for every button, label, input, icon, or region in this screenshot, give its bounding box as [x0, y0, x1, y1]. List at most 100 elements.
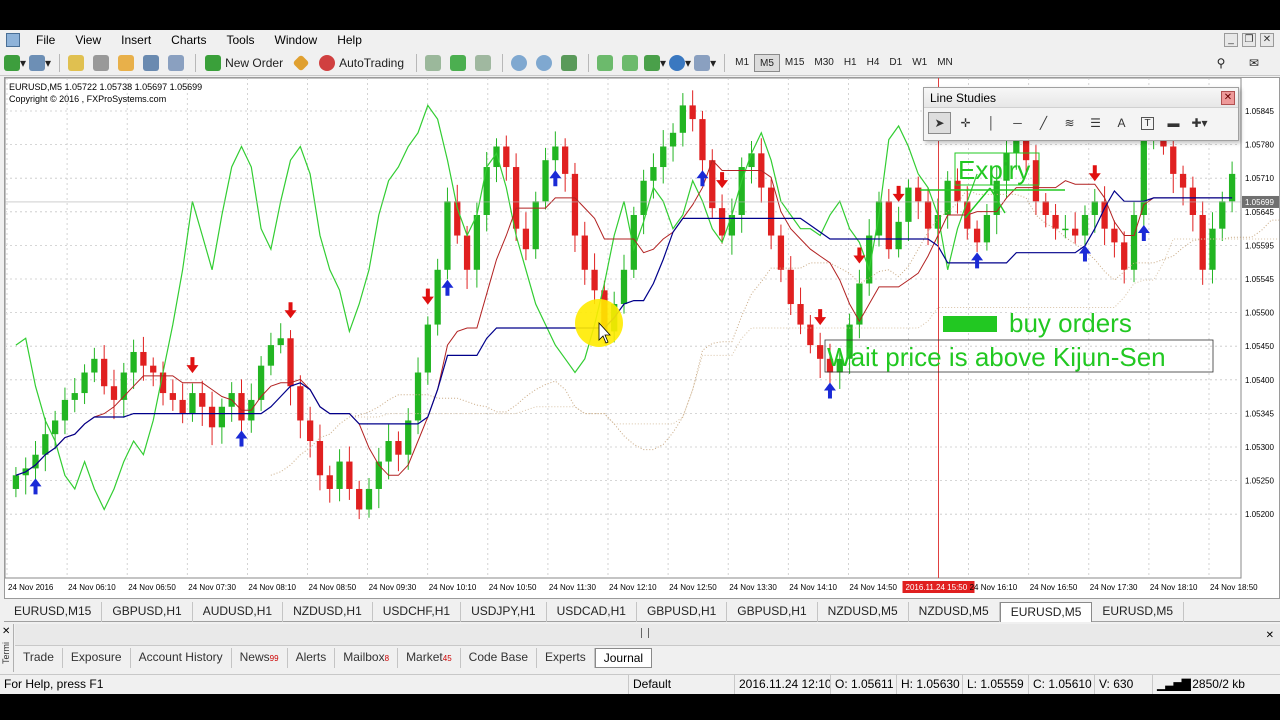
line-studies-toolbar[interactable]: Line Studies ✕ ➤ ✛ │ ─ ╱ ≋ ☰ A T ▬ ✚▾ [923, 87, 1239, 141]
x-axis-tick-label: 24 Nov 12:10 [609, 583, 657, 592]
search-button[interactable]: ⚲ [1210, 53, 1232, 74]
navigator-button[interactable] [90, 53, 112, 74]
autotrading-button[interactable]: AutoTrading [315, 53, 408, 74]
terminal-tab-badge: 45 [442, 654, 452, 663]
candle-body [51, 420, 59, 435]
timeframe-m5[interactable]: M5 [754, 54, 780, 72]
tester-button[interactable] [165, 53, 187, 74]
periods-button[interactable]: ▾ [669, 53, 691, 74]
menu-help[interactable]: Help [327, 30, 372, 50]
line-studies-close-button[interactable]: ✕ [1221, 91, 1235, 105]
terminal-body-close-icon[interactable]: ✕ [1266, 630, 1274, 641]
chart-tab[interactable]: AUDUSD,H1 [193, 602, 284, 622]
menu-tools[interactable]: Tools [217, 30, 265, 50]
new-order-button[interactable]: New Order [201, 53, 287, 74]
chat-button[interactable]: ✉ [1243, 53, 1265, 74]
terminal-tab-trade[interactable]: Trade [15, 648, 63, 668]
terminal-tab-journal[interactable]: Journal [594, 648, 653, 668]
auto-scroll-button[interactable] [594, 53, 616, 74]
chart-shift-button[interactable] [619, 53, 641, 74]
new-chart-button[interactable]: ▾ [4, 53, 26, 74]
chart-tab[interactable]: EURUSD,M5 [999, 602, 1093, 622]
chart-tab[interactable]: NZDUSD,M5 [818, 602, 909, 622]
terminal-tab-experts[interactable]: Experts [537, 648, 595, 668]
profiles-button[interactable]: ▾ [29, 53, 51, 74]
chart-tab[interactable]: USDJPY,H1 [461, 602, 547, 622]
menu-file[interactable]: File [26, 30, 65, 50]
terminal-panel: ✕ Termi ✕ Trade Exposure Account History Ne… [0, 624, 1280, 672]
candle-body [208, 406, 216, 428]
channel-tool[interactable]: ☰ [1084, 112, 1107, 134]
text-tool[interactable]: A [1110, 112, 1133, 134]
timeframe-h4[interactable]: H4 [862, 54, 885, 72]
timeframe-h1[interactable]: H1 [839, 54, 862, 72]
terminal-icon [143, 55, 160, 71]
shapes-tool[interactable]: ✚▾ [1188, 112, 1211, 134]
chart-tab[interactable]: GBPUSD,H1 [102, 602, 193, 622]
line-chart-button[interactable] [472, 53, 494, 74]
chart-tab[interactable]: NZDUSD,H1 [283, 602, 373, 622]
zoom-in-button[interactable] [508, 53, 530, 74]
label-tool[interactable]: T [1136, 112, 1159, 134]
splitter-handle[interactable] [641, 628, 649, 638]
close-button[interactable]: ✕ [1260, 33, 1274, 47]
zoom-out-button[interactable] [533, 53, 555, 74]
trendline-tool[interactable]: ╱ [1032, 112, 1055, 134]
chart-tab[interactable]: USDCHF,H1 [373, 602, 462, 622]
bar-chart-button[interactable] [422, 53, 444, 74]
horizontal-line-tool[interactable]: ─ [1006, 112, 1029, 134]
timeframe-m1[interactable]: M1 [730, 54, 754, 72]
chart-tab[interactable]: EURUSD,M15 [4, 602, 103, 622]
market-watch-button[interactable] [65, 53, 87, 74]
y-axis-tick-label: 1.05845 [1245, 107, 1274, 116]
menu-insert[interactable]: Insert [111, 30, 161, 50]
rectangle-tool[interactable]: ▬ [1162, 112, 1185, 134]
candle-body [71, 393, 78, 400]
status-help: For Help, press F1 [4, 677, 104, 691]
candle-body [1081, 214, 1089, 236]
chart-tab[interactable]: GBPUSD,H1 [727, 602, 818, 622]
chart-window[interactable]: 1.05845 1.05780 1.05710 1.05645 1.05595 1.055… [4, 77, 1280, 599]
tile-windows-button[interactable] [558, 53, 580, 74]
terminal-tab-code-base[interactable]: Code Base [461, 648, 538, 668]
chart-tab[interactable]: GBPUSD,H1 [637, 602, 728, 622]
app-icon [6, 33, 20, 47]
timeframe-d1[interactable]: D1 [884, 54, 907, 72]
x-axis-tick-label: 24 Nov 10:50 [489, 583, 537, 592]
terminal-tab-alerts[interactable]: Alerts [288, 648, 336, 668]
templates-button[interactable]: ▾ [694, 53, 716, 74]
candlestick-button[interactable] [447, 53, 469, 74]
data-window-button[interactable] [115, 53, 137, 74]
terminal-tab-market[interactable]: Market45 [398, 648, 461, 668]
timeframe-m15[interactable]: M15 [780, 54, 809, 72]
timeframe-w1[interactable]: W1 [907, 54, 932, 72]
terminal-tab-exposure[interactable]: Exposure [63, 648, 131, 668]
terminal-close-icon[interactable]: ✕ [2, 626, 10, 637]
line-studies-title-bar[interactable]: Line Studies ✕ [924, 88, 1238, 108]
indicators-button[interactable]: ▾ [644, 53, 666, 74]
timeframe-m30[interactable]: M30 [809, 54, 838, 72]
metaeditor-button[interactable] [290, 53, 312, 74]
chart-tab[interactable]: EURUSD,M5 [1092, 602, 1185, 622]
price-chart[interactable]: 1.05845 1.05780 1.05710 1.05645 1.05595 1.055… [5, 78, 1280, 599]
chart-tab[interactable]: NZDUSD,M5 [909, 602, 1000, 622]
terminal-tab-mailbox[interactable]: Mailbox8 [335, 648, 399, 668]
new-order-icon [205, 55, 222, 71]
crosshair-tool[interactable]: ✛ [954, 112, 977, 134]
terminal-button[interactable] [140, 53, 162, 74]
terminal-tab-account-history[interactable]: Account History [131, 648, 232, 668]
crosshair-icon: ✛ [960, 116, 971, 130]
menu-window[interactable]: Window [265, 30, 328, 50]
minimize-button[interactable]: _ [1224, 33, 1238, 47]
vertical-line-tool[interactable]: │ [980, 112, 1003, 134]
timeframe-mn[interactable]: MN [932, 54, 958, 72]
menu-charts[interactable]: Charts [161, 30, 216, 50]
candle-body [434, 269, 441, 325]
chart-tab[interactable]: USDCAD,H1 [547, 602, 637, 622]
cursor-tool[interactable]: ➤ [928, 112, 951, 134]
restore-button[interactable]: ❐ [1242, 33, 1256, 47]
menu-view[interactable]: View [65, 30, 111, 50]
fibonacci-tool[interactable]: ≋ [1058, 112, 1081, 134]
candle-body [856, 283, 863, 325]
terminal-tab-news[interactable]: News99 [232, 648, 288, 668]
